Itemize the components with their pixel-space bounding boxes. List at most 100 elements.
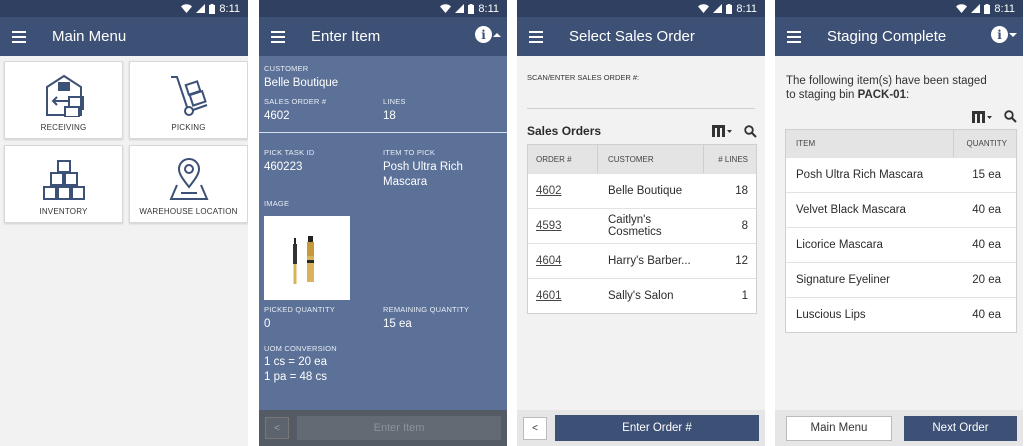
signal-icon [455, 4, 465, 13]
status-time: 8:11 [219, 2, 240, 15]
status-bar: 8:11 [259, 0, 507, 17]
screens: 8:11 Main Menu RECEIVING PICKING INVENTO… [0, 0, 1024, 446]
column-header[interactable]: # LINES [704, 155, 756, 164]
page-title: Select Sales Order [569, 28, 695, 45]
table-header: ORDER # CUSTOMER # LINES [528, 145, 756, 173]
signal-icon [971, 4, 981, 13]
menu-icon[interactable] [529, 30, 543, 43]
menu-icon[interactable] [271, 30, 285, 43]
order-link[interactable]: 4604 [536, 255, 562, 267]
quantity-cell: 20 ea [972, 274, 1001, 286]
table-row[interactable]: 4604 Harry's Barber... 12 [528, 243, 756, 278]
back-button[interactable]: < [523, 416, 547, 440]
lines-cell: 12 [735, 255, 748, 267]
tile-warehouse-location[interactable]: WAREHOUSE LOCATION [129, 145, 248, 223]
table-row[interactable]: 4601 Sally's Salon 1 [528, 278, 756, 313]
menu-icon[interactable] [12, 30, 26, 43]
staging-message: The following item(s) have been staged t… [775, 56, 1023, 102]
order-link[interactable]: 4602 [536, 185, 562, 197]
customer-cell: Belle Boutique [608, 185, 683, 197]
staging-panel: The following item(s) have been staged t… [775, 56, 1023, 446]
receiving-icon [45, 74, 84, 117]
columns-icon[interactable] [712, 125, 732, 137]
columns-icon[interactable] [972, 110, 992, 123]
column-header[interactable]: ORDER # [528, 145, 598, 173]
caret-down-icon [1009, 32, 1017, 37]
app-bar: Enter Item i [259, 17, 507, 56]
item-cell: Signature Eyeliner [796, 274, 890, 286]
search-icon[interactable] [744, 124, 757, 138]
table-row[interactable]: Signature Eyeliner 20 ea [786, 262, 1016, 297]
table-row[interactable]: Posh Ultra Rich Mascara 15 ea [786, 157, 1016, 192]
section-title: Sales Orders [527, 124, 602, 138]
sales-orders-table: ORDER # CUSTOMER # LINES 4602 Belle Bout… [527, 144, 757, 314]
lines-cell: 8 [741, 220, 748, 232]
menu-icon[interactable] [787, 30, 801, 43]
enter-item-screen: 8:11 Enter Item i CUSTOMER Belle Boutiqu… [259, 0, 507, 446]
remaining-quantity-label: REMAINING QUANTITY [383, 305, 470, 314]
item-details-panel: CUSTOMER Belle Boutique SALES ORDER # 46… [259, 56, 507, 446]
staging-bin: PACK-01 [857, 89, 906, 101]
next-order-button[interactable]: Next Order [904, 415, 1017, 441]
sales-order-value: 4602 [264, 110, 290, 122]
info-button[interactable]: i [475, 26, 501, 43]
enter-order-button[interactable]: Enter Order # [555, 415, 759, 441]
search-icon[interactable] [1004, 110, 1017, 123]
item-cell: Velvet Black Mascara [796, 204, 906, 216]
enter-item-button[interactable]: Enter Item [297, 416, 501, 440]
column-header[interactable]: QUANTITY [954, 139, 1016, 148]
picked-quantity-value: 0 [264, 318, 271, 330]
uom-conversion-label: UOM CONVERSION [264, 344, 337, 353]
footer-bar: < Enter Order # [517, 410, 765, 446]
order-link[interactable]: 4601 [536, 290, 562, 302]
item-image [264, 216, 350, 300]
table-row[interactable]: Luscious Lips 40 ea [786, 297, 1016, 332]
lines-cell: 18 [735, 185, 748, 197]
customer-cell: Caitlyn's Cosmetics [608, 214, 662, 238]
info-button[interactable]: i [991, 26, 1017, 43]
item-to-pick-value: Posh Ultra Rich Mascara [383, 161, 463, 188]
caret-up-icon [493, 32, 501, 37]
table-row[interactable]: 4593 Caitlyn's Cosmetics 8 [528, 208, 756, 243]
app-bar: Staging Complete i [775, 17, 1023, 56]
status-bar: 8:11 [0, 0, 248, 17]
tile-inventory[interactable]: INVENTORY [4, 145, 123, 223]
back-button[interactable]: < [265, 417, 289, 439]
message-end: : [905, 89, 910, 101]
table-header: ITEM QUANTITY [786, 130, 1016, 157]
status-bar: 8:11 [775, 0, 1023, 17]
divider [259, 132, 507, 133]
main-menu-button[interactable]: Main Menu [786, 415, 892, 441]
battery-icon [726, 3, 733, 14]
customer-label: CUSTOMER [264, 64, 309, 73]
tile-receiving[interactable]: RECEIVING [4, 61, 123, 139]
table-row[interactable]: 4602 Belle Boutique 18 [528, 173, 756, 208]
sales-order-panel: SCAN/ENTER SALES ORDER #: Sales Orders O… [517, 56, 765, 446]
app-bar: Select Sales Order [517, 17, 765, 56]
column-header[interactable]: CUSTOMER [598, 145, 704, 173]
picked-quantity-label: PICKED QUANTITY [264, 305, 335, 314]
table-row[interactable]: Velvet Black Mascara 40 ea [786, 192, 1016, 227]
footer-bar: < Enter Item [259, 410, 507, 446]
wifi-icon [181, 4, 193, 13]
battery-icon [984, 3, 991, 14]
column-header[interactable]: ITEM [786, 130, 954, 157]
item-cell: Licorice Mascara [796, 239, 883, 251]
remaining-quantity-value: 15 ea [383, 318, 412, 330]
wifi-icon [698, 4, 710, 13]
wifi-icon [440, 4, 452, 13]
battery-icon [209, 3, 216, 14]
image-label: IMAGE [264, 199, 290, 208]
order-link[interactable]: 4593 [536, 220, 562, 232]
main-menu-screen: 8:11 Main Menu RECEIVING PICKING INVENTO… [0, 0, 248, 446]
wifi-icon [956, 4, 968, 13]
page-title: Main Menu [52, 28, 127, 45]
quantity-cell: 15 ea [972, 169, 1001, 181]
tile-label: WAREHOUSE LOCATION [139, 207, 238, 216]
menu-tiles: RECEIVING PICKING INVENTORY WAREHOUSE LO… [0, 56, 248, 228]
table-row[interactable]: Licorice Mascara 40 ea [786, 227, 1016, 262]
tile-picking[interactable]: PICKING [129, 61, 248, 139]
app-bar: Main Menu [0, 17, 248, 56]
tile-label: PICKING [171, 123, 206, 132]
footer-bar: Main Menu Next Order [775, 410, 1023, 446]
